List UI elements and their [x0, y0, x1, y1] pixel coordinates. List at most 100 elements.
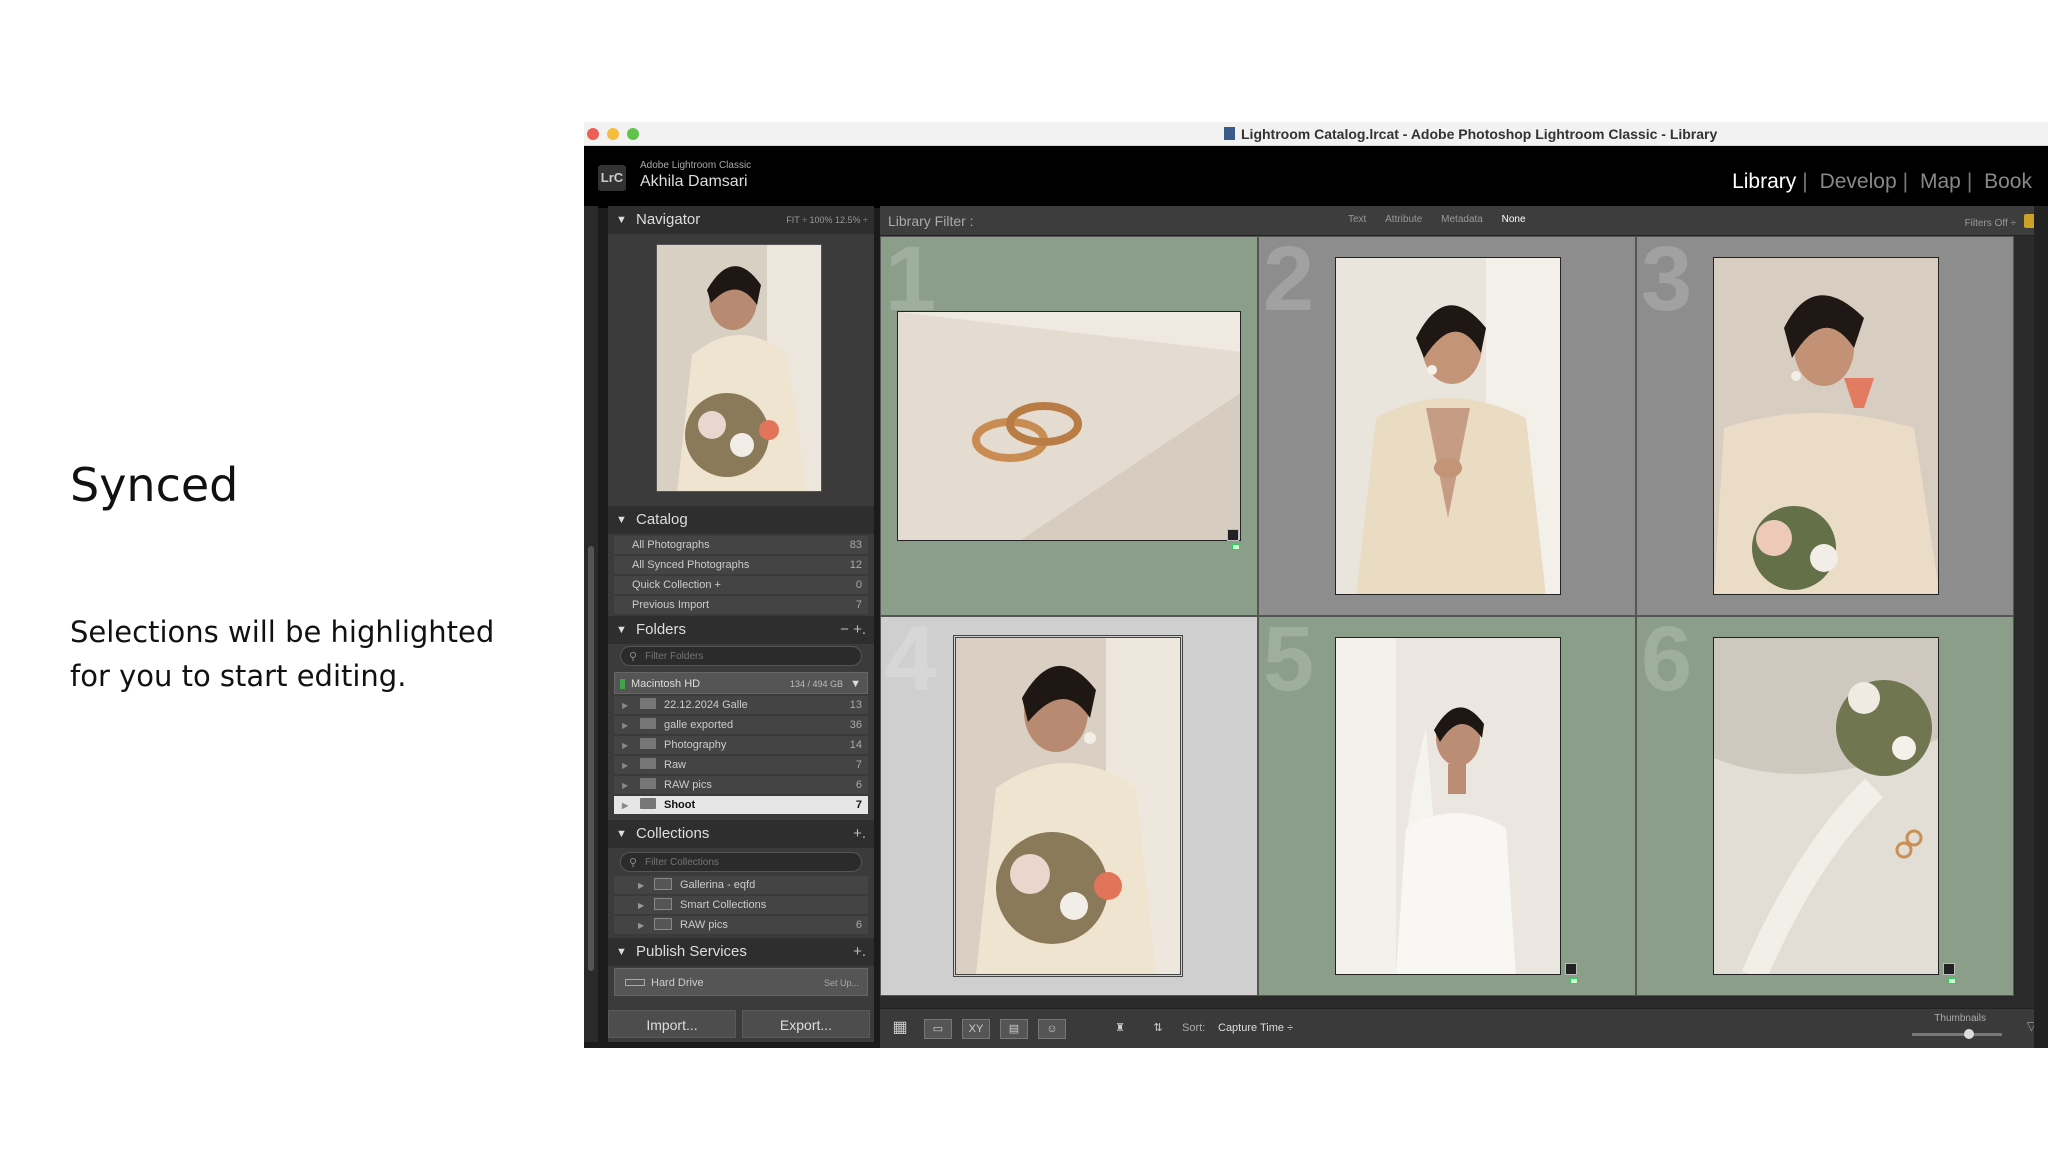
grid-cell-selected[interactable]: 4 — [880, 608, 1258, 996]
grid-cell[interactable]: 2 — [1258, 228, 1636, 616]
pick-flag-icon[interactable] — [1232, 544, 1240, 550]
grid-view-icon[interactable]: ▦ — [886, 1019, 914, 1039]
collapse-triangle-icon[interactable]: ▼ — [616, 820, 627, 848]
grid-cell-synced[interactable]: 6 — [1636, 608, 2014, 996]
thumbnail-bride-drinking[interactable] — [1713, 257, 1939, 595]
metadata-badge-icon[interactable] — [1227, 529, 1239, 541]
folder-item[interactable]: ▶ 22.12.2024 Galle 13 — [614, 696, 868, 715]
folder-search-input[interactable] — [645, 649, 845, 663]
folder-icon — [640, 778, 656, 789]
import-button[interactable]: Import... — [608, 1010, 736, 1038]
add-collection-button[interactable]: +. — [853, 820, 866, 848]
catalog-item[interactable]: All Photographs 83 — [614, 536, 868, 555]
thumbnail-size-slider[interactable] — [1912, 1029, 2002, 1039]
close-window-button[interactable] — [587, 128, 599, 140]
metadata-badge-icon[interactable] — [1565, 963, 1577, 975]
catalog-item[interactable]: All Synced Photographs 12 — [614, 556, 868, 575]
volume-name: Macintosh HD — [631, 678, 701, 690]
collection-item[interactable]: ▶ Smart Collections — [614, 896, 868, 915]
publish-hard-drive[interactable]: Hard Drive Set Up... — [614, 968, 868, 996]
collection-item[interactable]: ▶ Gallerina - eqfd — [614, 876, 868, 895]
expand-arrow-icon[interactable]: ▶ — [638, 896, 644, 915]
expand-arrow-icon[interactable]: ▶ — [622, 776, 628, 795]
slider-knob[interactable] — [1964, 1029, 1974, 1039]
expand-arrow-icon[interactable]: ▶ — [622, 756, 628, 775]
filter-presets[interactable]: Filters Off ÷ — [1965, 218, 2016, 229]
collection-search[interactable]: ⚲ — [620, 852, 862, 872]
folders-title: Folders — [636, 621, 687, 638]
folder-item[interactable]: ▶ RAW pics 6 — [614, 776, 868, 795]
catalog-item[interactable]: Quick Collection + 0 — [614, 576, 868, 595]
painter-icon[interactable]: ♜ — [1106, 1019, 1134, 1039]
grid-cell-synced[interactable]: 1 — [880, 228, 1258, 616]
thumbnail-bride-veil[interactable] — [1335, 637, 1561, 975]
scroll-thumb[interactable] — [588, 546, 594, 971]
navigator-zoom-options[interactable]: FIT ÷ 100% 12.5% ÷ — [786, 206, 868, 234]
survey-view-icon[interactable]: ▤ — [1000, 1019, 1028, 1039]
thumbnail-bride-portrait[interactable] — [1335, 257, 1561, 595]
grid-cell-synced[interactable]: 5 — [1258, 608, 1636, 996]
pick-flag-icon[interactable] — [1948, 978, 1956, 984]
module-library[interactable]: Library — [1732, 170, 1796, 193]
navigator-preview[interactable] — [656, 244, 822, 492]
search-icon: ⚲ — [629, 857, 638, 869]
expand-arrow-icon[interactable]: ▶ — [622, 696, 628, 715]
folder-item[interactable]: ▶ galle exported 36 — [614, 716, 868, 735]
expand-arrow-icon[interactable]: ▶ — [622, 716, 628, 735]
product-name: Adobe Lightroom Classic — [640, 160, 752, 171]
metadata-badge-icon[interactable] — [1943, 963, 1955, 975]
folder-count: 14 — [849, 739, 862, 751]
catalog-item-count: 12 — [849, 559, 862, 571]
collapse-triangle-icon[interactable]: ▼ — [616, 506, 627, 534]
minimize-window-button[interactable] — [607, 128, 619, 140]
collections-header[interactable]: ▼ Collections +. — [608, 820, 874, 848]
volume-macintosh-hd[interactable]: Macintosh HD 134 / 494 GB ▼ — [614, 672, 868, 694]
folder-count: 7 — [855, 799, 862, 811]
zoom-window-button[interactable] — [627, 128, 639, 140]
thumbnail-bride-bouquet[interactable] — [953, 635, 1183, 977]
thumbnail-dress-detail[interactable] — [1713, 637, 1939, 975]
people-view-icon[interactable]: ☺ — [1038, 1019, 1066, 1039]
collapse-triangle-icon[interactable]: ▼ — [616, 616, 627, 644]
folder-search[interactable]: ⚲ — [620, 646, 862, 666]
thumbnail-rings[interactable] — [897, 311, 1241, 541]
grid-cell[interactable]: 3 — [1636, 228, 2014, 616]
left-panel-scrollbar[interactable] — [584, 206, 598, 1042]
module-develop[interactable]: Develop — [1820, 170, 1897, 193]
catalog-item[interactable]: Previous Import 7 — [614, 596, 868, 615]
pick-flag-icon[interactable] — [1570, 978, 1578, 984]
expand-arrow-icon[interactable]: ▶ — [638, 876, 644, 895]
catalog-header[interactable]: ▼ Catalog — [608, 506, 874, 534]
filter-none[interactable]: None — [1502, 214, 1526, 225]
add-publish-service-button[interactable]: +. — [853, 938, 866, 966]
publish-services-header[interactable]: ▼ Publish Services +. — [608, 938, 874, 966]
folder-item[interactable]: ▶ Photography 14 — [614, 736, 868, 755]
folder-count: 6 — [855, 779, 862, 791]
filter-metadata[interactable]: Metadata — [1441, 214, 1483, 225]
sort-select[interactable]: Capture Time ÷ — [1218, 1022, 1293, 1034]
collection-item[interactable]: ▶ RAW pics 6 — [614, 916, 868, 935]
sort-direction-icon[interactable]: ⇅ — [1144, 1019, 1172, 1039]
module-book[interactable]: Book — [1984, 170, 2032, 193]
right-panel-edge[interactable] — [2034, 206, 2048, 1048]
folders-header[interactable]: ▼ Folders − +. — [608, 616, 874, 644]
filter-text[interactable]: Text — [1348, 214, 1366, 225]
folders-add-remove-controls[interactable]: − +. — [840, 616, 866, 644]
module-map[interactable]: Map — [1920, 170, 1961, 193]
volume-dropdown-icon[interactable]: ▼ — [850, 673, 861, 695]
expand-arrow-icon[interactable]: ▶ — [622, 796, 628, 815]
setup-button[interactable]: Set Up... — [824, 969, 859, 997]
loupe-view-icon[interactable]: ▭ — [924, 1019, 952, 1039]
collapse-triangle-icon[interactable]: ▼ — [616, 938, 627, 966]
expand-arrow-icon[interactable]: ▶ — [622, 736, 628, 755]
folder-icon — [640, 738, 656, 749]
filter-attribute[interactable]: Attribute — [1385, 214, 1422, 225]
compare-view-icon[interactable]: XY — [962, 1019, 990, 1039]
navigator-header[interactable]: ▼ Navigator FIT ÷ 100% 12.5% ÷ — [608, 206, 874, 234]
expand-arrow-icon[interactable]: ▶ — [638, 916, 644, 935]
folder-item-selected[interactable]: ▶ Shoot 7 — [614, 796, 868, 815]
export-button[interactable]: Export... — [742, 1010, 870, 1038]
collapse-triangle-icon[interactable]: ▼ — [616, 206, 627, 234]
folder-item[interactable]: ▶ Raw 7 — [614, 756, 868, 775]
collection-search-input[interactable] — [645, 855, 845, 869]
